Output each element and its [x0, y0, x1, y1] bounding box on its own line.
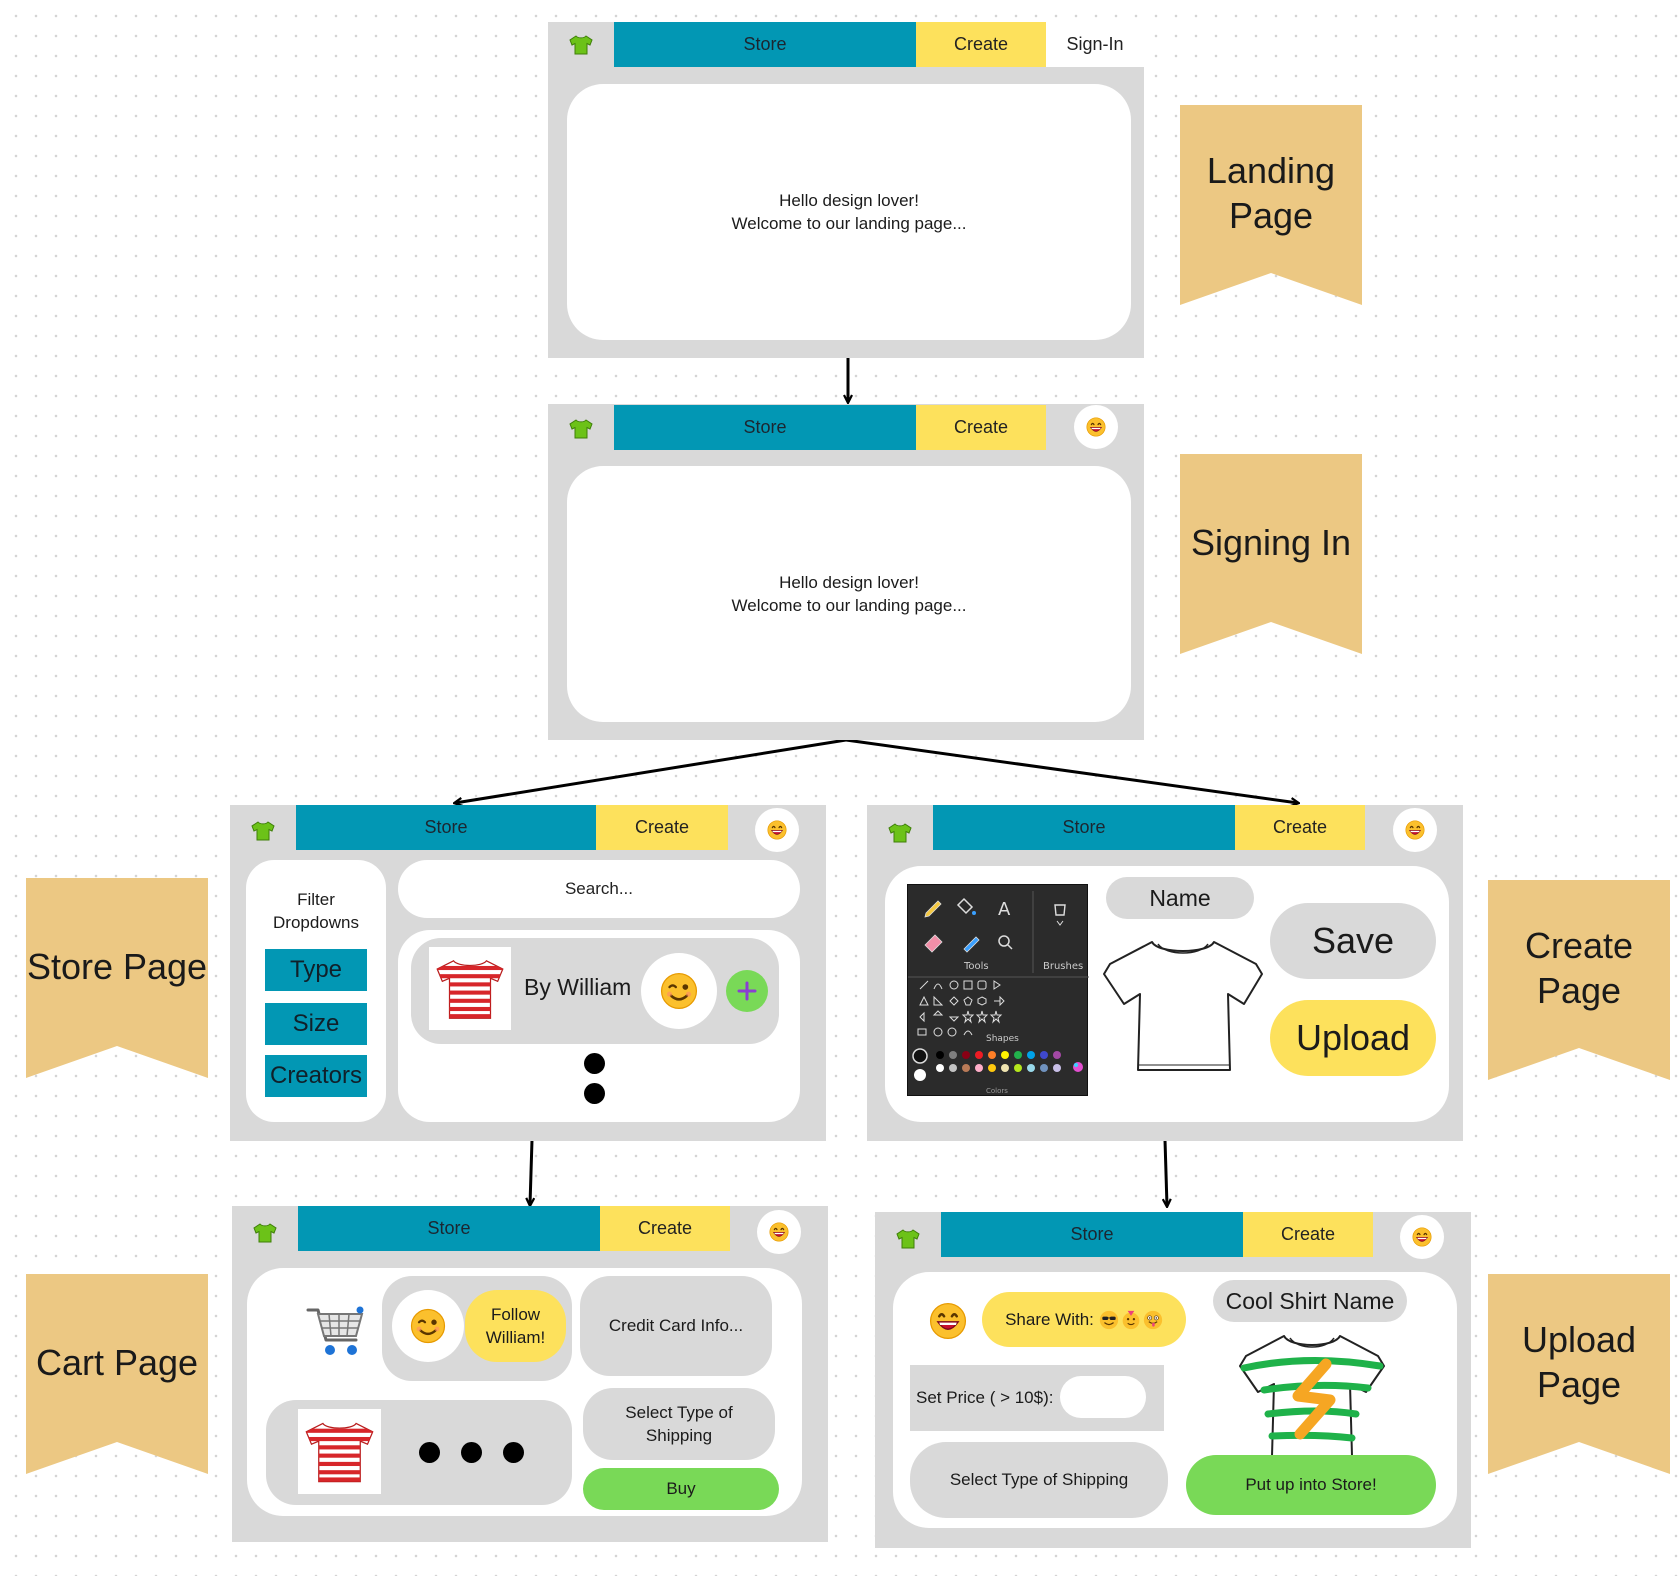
- follow-creator-button[interactable]: Follow William!: [465, 1290, 566, 1362]
- designed-tshirt-preview[interactable]: [1238, 1330, 1386, 1460]
- arrow-signin-to-store: [455, 738, 847, 803]
- shirt-logo-icon[interactable]: [568, 418, 594, 440]
- arrow-store-to-cart: [530, 1139, 532, 1205]
- filter-title: Filter Dropdowns: [273, 890, 359, 932]
- svg-text:A: A: [998, 899, 1011, 920]
- filter-creators-dropdown[interactable]: Creators: [265, 1055, 367, 1097]
- welcome-line-2: Welcome to our landing page...: [731, 596, 967, 615]
- buy-button[interactable]: Buy: [583, 1468, 779, 1510]
- more-dot-icon: [419, 1442, 440, 1463]
- svg-text:Colors: Colors: [986, 1087, 1008, 1095]
- striped-shirt-icon: [298, 1409, 381, 1494]
- arrow-signin-to-create: [845, 738, 1298, 803]
- nav-store-tab[interactable]: Store: [296, 805, 596, 850]
- nav-create-tab[interactable]: Create: [916, 405, 1046, 450]
- shirt-logo-icon[interactable]: [568, 34, 594, 56]
- creator-avatar[interactable]: [392, 1290, 464, 1362]
- grin-emoji-icon[interactable]: [929, 1302, 967, 1340]
- welcome-line-1: Hello design lover!: [779, 191, 919, 210]
- more-dot-icon: [584, 1083, 605, 1104]
- shipping-type-select[interactable]: Select Type of Shipping: [910, 1442, 1168, 1518]
- grin-emoji-icon: [1405, 820, 1425, 840]
- nav-create-tab[interactable]: Create: [596, 805, 728, 850]
- nav-store-tab[interactable]: Store: [614, 22, 916, 67]
- store-search-input[interactable]: Search...: [398, 860, 800, 918]
- nav-store-tab[interactable]: Store: [298, 1206, 600, 1251]
- shirt-logo-icon[interactable]: [252, 1222, 278, 1244]
- more-dot-icon: [584, 1053, 605, 1074]
- welcome-line-2: Welcome to our landing page...: [731, 214, 967, 233]
- add-to-cart-button[interactable]: [726, 970, 768, 1012]
- user-avatar-button[interactable]: [1393, 808, 1437, 852]
- svg-text:Tools: Tools: [963, 961, 989, 972]
- nav-store-tab[interactable]: Store: [941, 1212, 1243, 1257]
- design-name-input[interactable]: Name: [1106, 877, 1254, 919]
- user-avatar-button[interactable]: [1074, 405, 1118, 449]
- paint-toolbar[interactable]: A Tools Brushes Shapes Colors: [907, 884, 1089, 1096]
- filter-size-dropdown[interactable]: Size: [265, 1003, 367, 1045]
- grin-emoji-icon: [1086, 417, 1106, 437]
- user-avatar-button[interactable]: [757, 1210, 801, 1254]
- nav-create-tab[interactable]: Create: [1235, 805, 1365, 850]
- shirt-logo-icon[interactable]: [250, 820, 276, 842]
- silly-emoji-icon: [1143, 1310, 1163, 1329]
- set-price-label: Set Price ( > 10$):: [916, 1388, 1054, 1407]
- grin-emoji-icon: [767, 820, 787, 840]
- shirt-logo-icon[interactable]: [887, 822, 913, 844]
- shirt-logo-icon[interactable]: [895, 1228, 921, 1250]
- cool-emoji-icon: [1099, 1310, 1119, 1329]
- grin-emoji-icon: [1412, 1227, 1432, 1247]
- grin-emoji-icon: [769, 1222, 789, 1242]
- user-avatar-button[interactable]: [1400, 1215, 1444, 1259]
- svg-text:Shapes: Shapes: [986, 1034, 1019, 1044]
- landing-welcome-text: Hello design lover! Welcome to our landi…: [567, 84, 1131, 340]
- paint-tools-icon: A Tools Brushes Shapes Colors: [908, 891, 1089, 1095]
- nav-sign-in-tab[interactable]: Sign-In: [1046, 22, 1144, 67]
- blank-tshirt-canvas[interactable]: [1100, 934, 1264, 1074]
- striped-shirt-icon: [429, 947, 511, 1030]
- wink-emoji-icon: [660, 972, 698, 1010]
- nav-create-tab[interactable]: Create: [916, 22, 1046, 67]
- shipping-type-select[interactable]: Select Type of Shipping: [583, 1388, 775, 1460]
- more-dot-icon: [461, 1442, 482, 1463]
- landing-content-panel: Hello design lover! Welcome to our landi…: [567, 84, 1131, 340]
- svg-text:Brushes: Brushes: [1043, 961, 1083, 972]
- welcome-line-1: Hello design lover!: [779, 573, 919, 592]
- nav-create-tab[interactable]: Create: [1243, 1212, 1373, 1257]
- signin-welcome-text: Hello design lover! Welcome to our landi…: [567, 466, 1131, 722]
- wink-emoji-icon: [410, 1308, 446, 1344]
- credit-card-input[interactable]: Credit Card Info...: [580, 1276, 772, 1376]
- upload-button[interactable]: Upload: [1270, 1000, 1436, 1076]
- shirt-name-input[interactable]: Cool Shirt Name: [1213, 1280, 1407, 1322]
- signin-content-panel: Hello design lover! Welcome to our landi…: [567, 466, 1131, 722]
- share-with-button[interactable]: Share With:: [982, 1292, 1186, 1347]
- plus-icon: [737, 981, 757, 1001]
- filter-type-dropdown[interactable]: Type: [265, 949, 367, 991]
- item-author-label: By William: [524, 974, 632, 1000]
- more-dot-icon: [503, 1442, 524, 1463]
- nav-store-tab[interactable]: Store: [614, 405, 916, 450]
- price-input[interactable]: [1060, 1376, 1146, 1418]
- user-avatar-button[interactable]: [755, 808, 799, 852]
- nav-store-tab[interactable]: Store: [933, 805, 1235, 850]
- party-emoji-icon: [1122, 1310, 1140, 1329]
- save-button[interactable]: Save: [1270, 903, 1436, 979]
- shopping-cart-icon[interactable]: [304, 1302, 366, 1362]
- striped-shirt-thumbnail[interactable]: [298, 1409, 381, 1494]
- arrow-create-to-upload: [1165, 1139, 1167, 1206]
- creator-avatar[interactable]: [641, 953, 717, 1029]
- striped-shirt-thumbnail[interactable]: [429, 947, 511, 1030]
- nav-create-tab[interactable]: Create: [600, 1206, 730, 1251]
- put-up-into-store-button[interactable]: Put up into Store!: [1186, 1455, 1436, 1515]
